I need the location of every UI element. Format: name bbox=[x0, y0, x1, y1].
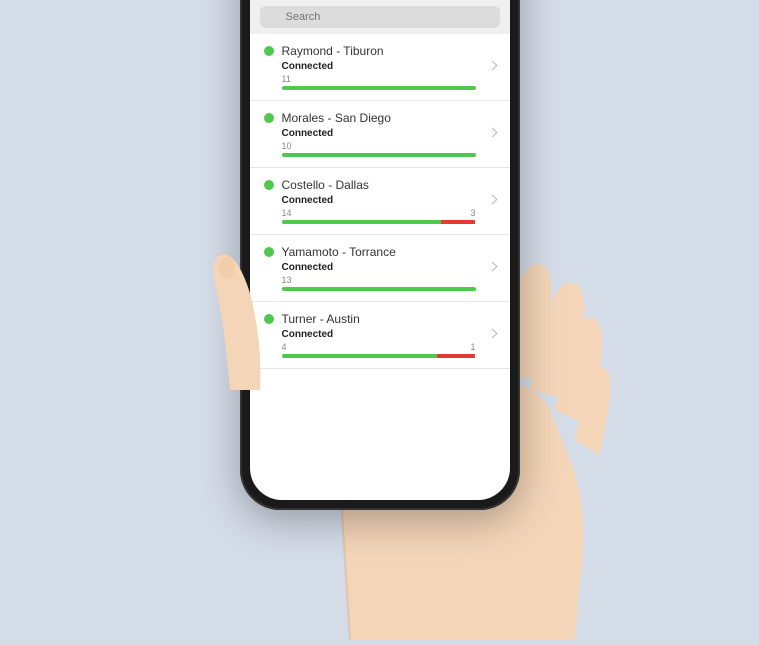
bar-good bbox=[282, 287, 476, 291]
bar-good bbox=[282, 153, 476, 157]
list-item[interactable]: Morales - San Diego Connected 10 bbox=[250, 101, 510, 168]
connection-status: Connected bbox=[282, 128, 496, 139]
location-name: Turner - Austin bbox=[282, 312, 360, 326]
status-dot-icon bbox=[264, 180, 274, 190]
status-dot-icon bbox=[264, 247, 274, 257]
progress-bar bbox=[282, 153, 476, 157]
progress-bar bbox=[282, 86, 476, 90]
device-counts: 14 3 bbox=[282, 208, 496, 218]
app-screen: Locations Devices Raymond - Tiburon Conn… bbox=[250, 0, 510, 500]
location-name: Yamamoto - Torrance bbox=[282, 245, 396, 259]
progress-bar bbox=[282, 220, 476, 224]
progress-bar bbox=[282, 354, 476, 358]
location-list: Raymond - Tiburon Connected 11 Morales -… bbox=[250, 34, 510, 369]
location-name: Costello - Dallas bbox=[282, 178, 369, 192]
status-dot-icon bbox=[264, 314, 274, 324]
bar-bad bbox=[437, 354, 476, 358]
status-dot-icon bbox=[264, 113, 274, 123]
search-bar bbox=[250, 0, 510, 34]
list-item[interactable]: Raymond - Tiburon Connected 11 bbox=[250, 34, 510, 101]
device-counts: 10 bbox=[282, 141, 496, 151]
connection-status: Connected bbox=[282, 61, 496, 72]
bar-good bbox=[282, 220, 442, 224]
device-counts: 13 bbox=[282, 275, 496, 285]
status-dot-icon bbox=[264, 46, 274, 56]
location-name: Raymond - Tiburon bbox=[282, 44, 384, 58]
list-item[interactable]: Costello - Dallas Connected 14 3 bbox=[250, 168, 510, 235]
device-counts: 4 1 bbox=[282, 342, 496, 352]
progress-bar bbox=[282, 287, 476, 291]
search-input[interactable] bbox=[260, 6, 500, 28]
bar-bad bbox=[441, 220, 475, 224]
phone-frame: Locations Devices Raymond - Tiburon Conn… bbox=[240, 0, 520, 510]
list-item[interactable]: Yamamoto - Torrance Connected 13 bbox=[250, 235, 510, 302]
list-item[interactable]: Turner - Austin Connected 4 1 bbox=[250, 302, 510, 369]
connection-status: Connected bbox=[282, 195, 496, 206]
connection-status: Connected bbox=[282, 329, 496, 340]
connection-status: Connected bbox=[282, 262, 496, 273]
device-counts: 11 bbox=[282, 74, 496, 84]
bar-good bbox=[282, 354, 437, 358]
location-name: Morales - San Diego bbox=[282, 111, 391, 125]
bar-good bbox=[282, 86, 476, 90]
